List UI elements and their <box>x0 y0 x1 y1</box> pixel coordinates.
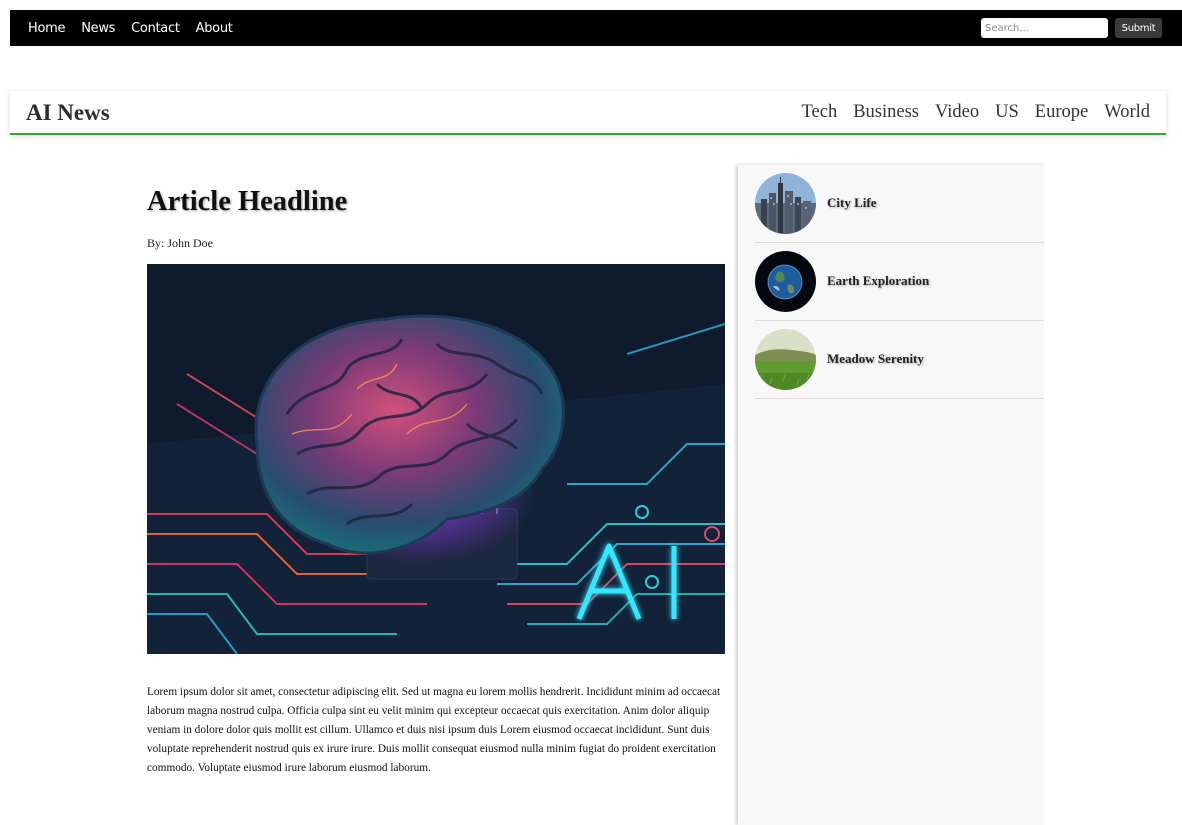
brain-circuit-illustration: AI <box>147 264 725 654</box>
submit-button[interactable]: Submit <box>1115 18 1162 38</box>
sidebar-item-city-life[interactable]: City Life <box>755 165 1044 243</box>
sidebar: City Life Earth Exploration Meadow Seren… <box>738 165 1044 825</box>
article-body: Lorem ipsum dolor sit amet, consectetur … <box>147 686 721 774</box>
category-nav: Tech Business Video US Europe World <box>786 102 1150 123</box>
sidebar-item-title: City Life <box>827 195 877 210</box>
site-header: AI News Tech Business Video US Europe Wo… <box>10 91 1166 135</box>
category-link-video[interactable]: Video <box>935 102 979 123</box>
site-logo[interactable]: AI News <box>26 100 110 126</box>
category-link-europe[interactable]: Europe <box>1035 102 1088 123</box>
sidebar-item-title: Earth Exploration <box>827 273 930 288</box>
earth-exploration-thumbnail <box>755 251 816 312</box>
nav-link-home[interactable]: Home <box>28 21 66 36</box>
meadow-serenity-thumbnail <box>755 329 816 390</box>
search-input[interactable] <box>981 18 1108 38</box>
search-form: Submit <box>981 18 1162 38</box>
article-byline: By: John Doe <box>147 236 213 250</box>
top-bar: Home News Contact About Submit <box>10 10 1182 46</box>
article-headline: Article Headline <box>147 186 348 217</box>
nav-link-news[interactable]: News <box>81 21 115 36</box>
sidebar-item-earth-exploration[interactable]: Earth Exploration <box>755 243 1044 321</box>
category-link-tech[interactable]: Tech <box>802 102 838 123</box>
sidebar-item-meadow-serenity[interactable]: Meadow Serenity <box>755 321 1044 399</box>
category-link-business[interactable]: Business <box>853 102 919 123</box>
top-nav: Home News Contact About <box>28 21 249 36</box>
category-link-us[interactable]: US <box>995 102 1019 123</box>
nav-link-about[interactable]: About <box>196 21 233 36</box>
article: Article Headline By: John Doe Lorem ipsu… <box>147 180 725 789</box>
category-link-world[interactable]: World <box>1104 102 1150 123</box>
sidebar-item-title: Meadow Serenity <box>827 351 924 366</box>
city-life-thumbnail <box>755 173 816 234</box>
nav-link-contact[interactable]: Contact <box>131 21 180 36</box>
article-hero-image: AI <box>147 264 725 654</box>
